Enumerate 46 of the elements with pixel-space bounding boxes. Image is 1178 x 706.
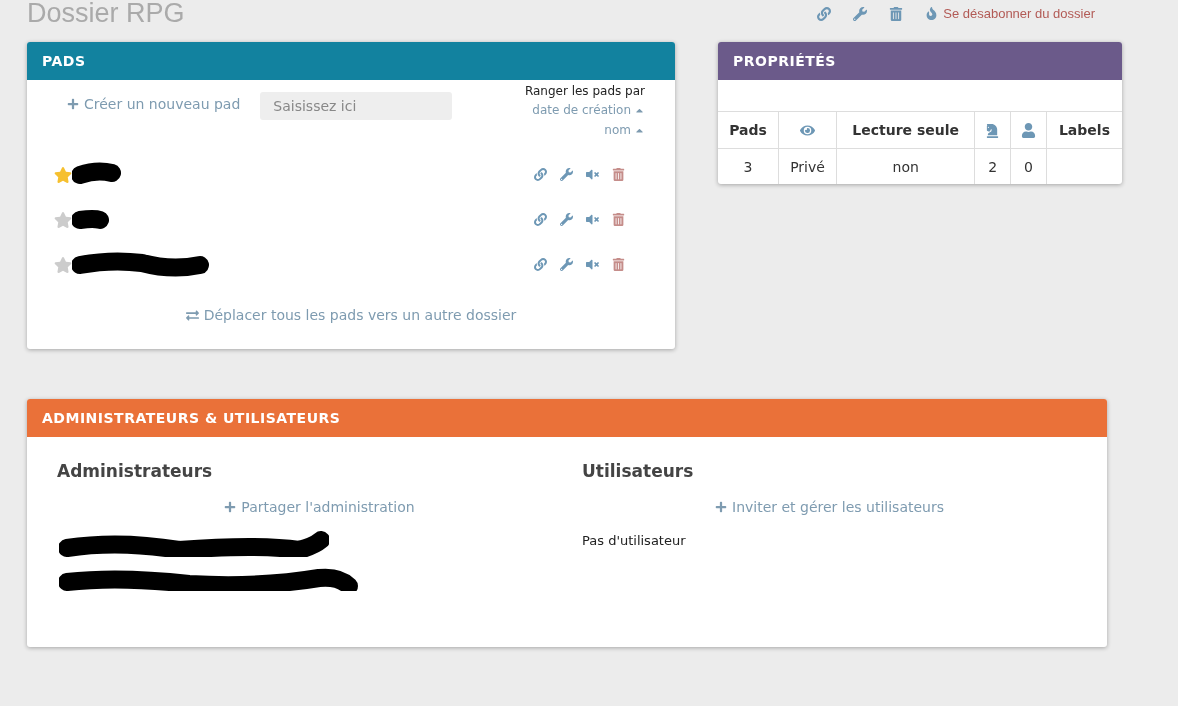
trash-icon[interactable]: [612, 213, 625, 226]
create-pad-link[interactable]: Créer un nouveau pad: [67, 96, 241, 112]
link-icon[interactable]: [534, 258, 547, 271]
move-pads-link[interactable]: Déplacer tous les pads vers un autre dossier: [185, 307, 517, 323]
panel-header: PROPRIÉTÉS: [718, 42, 1122, 80]
admins-heading: Administrateurs: [57, 461, 214, 481]
trash-icon[interactable]: [612, 258, 625, 271]
trash-icon[interactable]: [612, 168, 625, 181]
star-icon[interactable]: [54, 255, 72, 274]
settings-icon[interactable]: [560, 213, 573, 226]
star-icon[interactable]: [54, 165, 72, 184]
unsubscribe-link[interactable]: Se désabonner du dossier: [925, 6, 1095, 21]
star-icon[interactable]: [54, 210, 72, 229]
plus-icon: [67, 98, 79, 110]
mute-icon[interactable]: [586, 168, 599, 181]
chess-knight-icon: [985, 123, 1001, 139]
search-field[interactable]: Saisissez ici: [260, 92, 453, 120]
column-header: Pads: [718, 111, 779, 149]
invite-users-link[interactable]: Inviter et gérer les utilisateurs: [715, 499, 944, 515]
flame-icon: [925, 7, 939, 20]
mute-icon[interactable]: [586, 258, 599, 271]
sort-option[interactable]: nom: [604, 120, 645, 140]
settings-icon[interactable]: [560, 258, 573, 271]
sort-label: Ranger les pads par: [524, 83, 645, 100]
mute-icon[interactable]: [586, 213, 599, 226]
panel-header: PADS: [27, 42, 675, 80]
share-admin-link[interactable]: Partager l'administration: [224, 499, 415, 515]
link-icon[interactable]: [534, 213, 547, 226]
plus-icon: [715, 501, 727, 513]
eye-icon: [800, 123, 816, 139]
column-header: Lecture seule: [836, 111, 975, 149]
settings-icon[interactable]: [853, 6, 868, 21]
exchange-icon: [185, 308, 199, 322]
plus-icon: [224, 501, 237, 513]
user-icon: [1021, 123, 1037, 139]
link-icon[interactable]: [534, 168, 547, 181]
users-heading: Utilisateurs: [582, 461, 695, 481]
sort-option[interactable]: date de création: [532, 100, 645, 120]
trash-icon[interactable]: [889, 6, 904, 21]
table-cell: 3: [718, 148, 779, 184]
panel-header: ADMINISTRATEURS & UTILISATEURS: [27, 399, 1107, 437]
folder-title: Dossier RPG: [27, 0, 185, 30]
settings-icon[interactable]: [560, 168, 573, 181]
no-users-text: Pas d'utilisateur: [582, 533, 687, 548]
link-icon[interactable]: [817, 6, 832, 21]
column-header: Labels: [1046, 111, 1122, 149]
